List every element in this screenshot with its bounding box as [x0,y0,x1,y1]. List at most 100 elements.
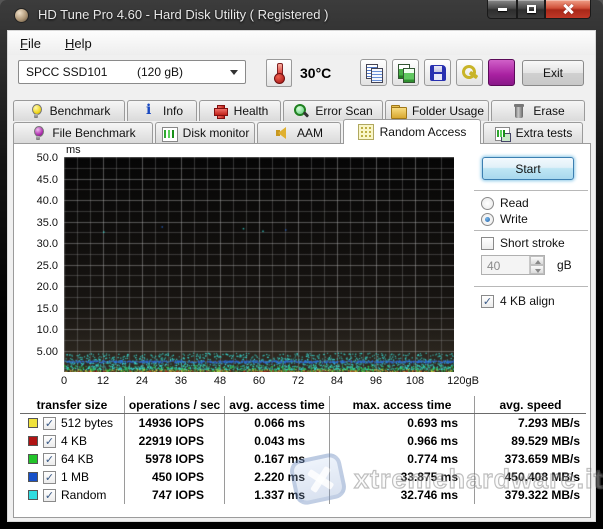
drive-selector[interactable]: SPCC SSD101 (120 gB) [18,60,246,84]
avg-access-time-cell: 0.043 ms [224,432,329,450]
separator [474,230,588,232]
avg-access-time-cell: 1.337 ms [224,486,329,504]
title-bar[interactable]: HD Tune Pro 4.60 - Hard Disk Utility ( R… [0,0,603,30]
table-row: ✓Random747 IOPS1.337 ms32.746 ms379.322 … [20,486,586,504]
avg-access-time-cell: 0.167 ms [224,450,329,468]
series-color-swatch [28,436,38,446]
series-color-swatch [28,472,38,482]
4kb-align-label: 4 KB align [500,294,555,308]
read-radio[interactable] [481,197,494,210]
avg-speed-cell: 7.293 MB/s [474,414,586,432]
row-checkbox[interactable]: ✓ [43,453,56,466]
close-button[interactable] [545,0,591,19]
scatter-icon [358,124,374,140]
series-color-swatch [28,490,38,500]
tab-info[interactable]: Info [127,100,197,121]
info-icon [141,103,157,119]
write-radio[interactable] [481,213,494,226]
minimize-button[interactable] [487,0,517,19]
separator [474,190,588,192]
start-button[interactable]: Start [482,157,574,180]
operations-cell: 5978 IOPS [124,450,224,468]
spin-down-icon[interactable] [530,265,544,274]
row-checkbox[interactable]: ✓ [43,435,56,448]
tab-label: Folder Usage [412,104,484,118]
app-window: HD Tune Pro 4.60 - Hard Disk Utility ( R… [0,0,603,529]
random-access-chart [64,157,454,372]
menu-item-help[interactable]: Help [65,36,92,51]
table-row: ✓1 MB450 IOPS2.220 ms33.875 ms450.408 MB… [20,468,586,486]
maximize-icon [527,5,536,13]
align-row: ✓ 4 KB align [481,294,555,308]
tab-label: Erase [533,104,564,118]
chart-table-icon [494,125,510,141]
series-color-swatch [28,418,38,428]
transfer-size-label: Random [61,488,106,502]
tab-erase[interactable]: Erase [491,100,585,121]
x-axis-tick: 24 [136,375,148,387]
radio-label: Write [500,212,528,226]
short-stroke-size-field: 40 [481,255,545,275]
tab-label: Error Scan [315,104,372,118]
tab-disk-monitor[interactable]: Disk monitor [155,122,255,143]
operations-cell: 14936 IOPS [124,414,224,432]
radio-label: Read [500,196,529,210]
table-row: ✓4 KB22919 IOPS0.043 ms0.966 ms89.529 MB… [20,432,586,450]
max-access-time-cell: 0.774 ms [329,450,474,468]
keys-icon [457,60,482,85]
y-axis-tick: 40.0 [14,195,58,207]
tab-error-scan[interactable]: Error Scan [283,100,383,121]
tab-random-access[interactable]: Random Access [343,119,481,144]
down-arrow-button[interactable] [488,59,515,86]
test-controls: Start ReadWrite Short stroke 40 gB [469,144,592,394]
short-stroke-size-input[interactable]: 40 [482,256,529,274]
speaker-icon [275,125,291,141]
maximize-button[interactable] [517,0,545,19]
row-checkbox[interactable]: ✓ [43,489,56,502]
drive-name: SPCC SSD101 [26,65,107,79]
y-axis-tick: 20.0 [14,281,58,293]
x-axis-tick: 0 [61,375,67,387]
copy-image-icon [393,60,418,85]
row-checkbox[interactable]: ✓ [43,471,56,484]
copy-text-button[interactable] [360,59,387,86]
column-header: transfer size [20,396,124,413]
temperature-value: 30°C [300,65,331,81]
tab-label: File Benchmark [52,126,135,140]
x-axis-tick: 60 [253,375,265,387]
row-checkbox[interactable]: ✓ [43,417,56,430]
tab-extra-tests[interactable]: Extra tests [483,122,583,143]
copy-image-button[interactable] [392,59,419,86]
results-table: transfer sizeoperations / secavg. access… [20,396,586,504]
spin-up-icon[interactable] [530,256,544,265]
temperature-button[interactable] [266,59,292,87]
y-axis-tick: 5.00 [14,346,58,358]
tab-file-benchmark[interactable]: File Benchmark [13,122,153,143]
x-axis-tick: 96 [370,375,382,387]
transfer-size-label: 4 KB [61,434,87,448]
keys-button[interactable] [456,59,483,86]
table-header-row: transfer sizeoperations / secavg. access… [20,396,586,414]
max-access-time-cell: 0.693 ms [329,414,474,432]
y-axis-tick: 30.0 [14,238,58,250]
4kb-align-checkbox[interactable]: ✓ [481,295,494,308]
tab-folder-usage[interactable]: Folder Usage [385,100,489,121]
table-row: ✓64 KB5978 IOPS0.167 ms0.774 ms373.659 M… [20,450,586,468]
menu-item-file[interactable]: File [20,36,41,51]
short-stroke-checkbox[interactable] [481,237,494,250]
mode-option-write: Write [481,212,528,226]
exit-button[interactable]: Exit [522,60,584,86]
y-axis-tick: 25.0 [14,260,58,272]
chart-green-icon [161,125,177,141]
thermometer-icon [271,62,287,84]
spinner [529,256,544,274]
cross-red-icon [212,103,228,119]
transfer-size-cell: ✓512 bytes [20,414,124,432]
start-label: Start [515,162,540,176]
tab-aam[interactable]: AAM [257,122,341,143]
tab-health[interactable]: Health [199,100,281,121]
save-button[interactable] [424,59,451,86]
short-stroke-label: Short stroke [500,236,565,250]
tab-benchmark[interactable]: Benchmark [13,100,125,121]
tab-label: Extra tests [516,126,573,140]
